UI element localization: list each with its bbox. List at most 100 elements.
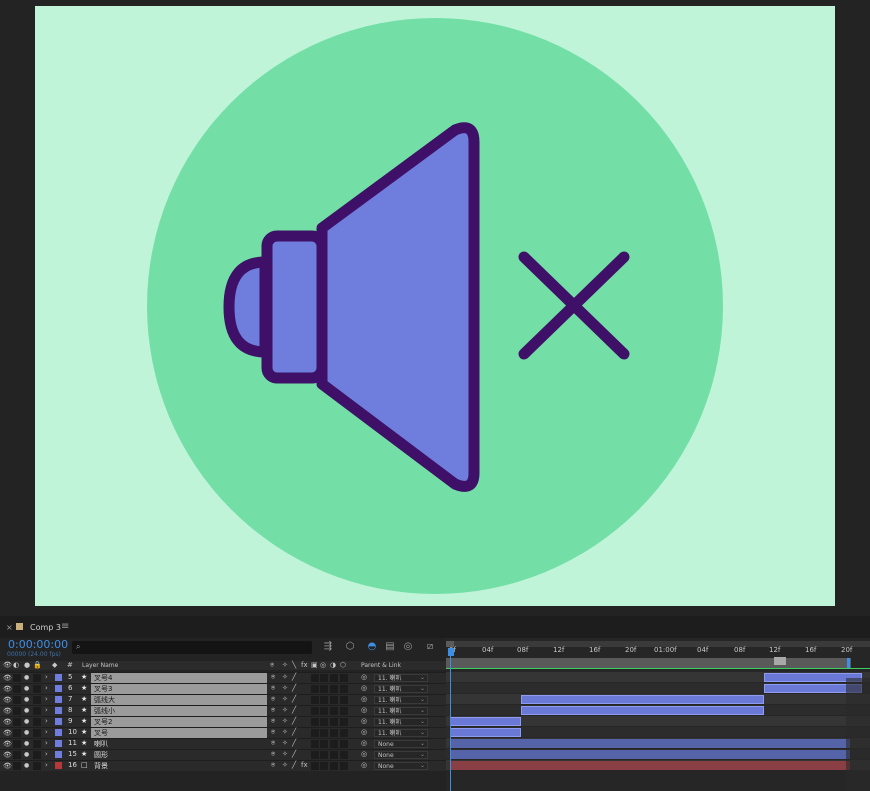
visibility-eye-icon[interactable]: 👁 — [3, 674, 12, 682]
lock-switch[interactable] — [33, 696, 41, 704]
pickwhip-icon[interactable]: ◎ — [361, 717, 367, 725]
layer-name[interactable]: 背景 — [94, 761, 108, 771]
layer-label-color[interactable] — [55, 674, 62, 681]
lock-switch[interactable] — [33, 685, 41, 693]
layer-row[interactable]: 👁 ● › 10 ★ 叉号 ⍟ ✧ ╱ ◎ 11. 喇叭 ⌄ — [0, 727, 446, 738]
quality-switch-icon[interactable]: ╱ — [292, 728, 296, 736]
quality-switch-icon[interactable]: ╱ — [292, 673, 296, 681]
shy-switch-icon[interactable]: ⍟ — [271, 706, 275, 715]
lock-switch[interactable] — [33, 762, 41, 770]
layer-duration-bar[interactable] — [521, 706, 764, 715]
adjustment-switch[interactable] — [330, 674, 338, 682]
solo-dot-icon[interactable]: ● — [24, 718, 29, 725]
layer-duration-bar[interactable] — [450, 761, 850, 770]
solo-dot-icon[interactable]: ● — [24, 685, 29, 692]
tab-close-icon[interactable]: × — [6, 623, 13, 632]
quality-switch-icon[interactable]: ╱ — [292, 739, 296, 747]
expand-chevron-icon[interactable]: › — [45, 673, 48, 681]
motion-blur-switch[interactable] — [320, 740, 328, 748]
layer-duration-bar[interactable] — [450, 739, 850, 748]
solo-dot-icon[interactable]: ● — [24, 674, 29, 681]
layer-duration-bar[interactable] — [450, 728, 521, 737]
layer-row[interactable]: 👁 ● › 6 ★ 叉号3 ⍟ ✧ ╱ ◎ 11. 喇叭 ⌄ — [0, 683, 446, 694]
3d-switch[interactable] — [340, 751, 348, 759]
collapse-switch-icon[interactable]: ✧ — [282, 761, 288, 769]
current-time[interactable]: 0:00:00:00 — [8, 638, 68, 651]
layer-row[interactable]: 👁 ● › 5 ★ 叉号4 ⍟ ✧ ╱ ◎ 11. 喇叭 ⌄ — [0, 672, 446, 683]
pickwhip-icon[interactable]: ◎ — [361, 673, 367, 681]
solo-dot-icon[interactable]: ● — [24, 707, 29, 714]
visibility-eye-icon[interactable]: 👁 — [3, 718, 12, 726]
solo-dot-icon[interactable]: ● — [24, 740, 29, 747]
layer-name[interactable]: 弧线大 — [94, 695, 115, 705]
collapse-switch-icon[interactable]: ✧ — [282, 706, 288, 714]
motion-blur-switch[interactable] — [320, 674, 328, 682]
motion-blur-switch[interactable] — [320, 762, 328, 770]
parent-dropdown[interactable]: None ⌄ — [374, 751, 428, 759]
frame-blend-switch[interactable] — [311, 740, 319, 748]
audio-switch[interactable] — [13, 718, 21, 726]
expand-chevron-icon[interactable]: › — [45, 728, 48, 736]
collapse-switch-icon[interactable]: ✧ — [282, 695, 288, 703]
lock-switch[interactable] — [33, 674, 41, 682]
frame-blend-switch[interactable] — [311, 762, 319, 770]
layer-name[interactable]: 弧线小 — [94, 706, 115, 716]
pickwhip-icon[interactable]: ◎ — [361, 761, 367, 769]
quality-switch-icon[interactable]: ╱ — [292, 717, 296, 725]
draft-3d-icon[interactable]: ⬡ — [344, 641, 356, 653]
motion-blur-switch[interactable] — [320, 718, 328, 726]
lock-switch[interactable] — [33, 707, 41, 715]
layer-name[interactable]: 叉号2 — [94, 717, 112, 727]
work-area-end-handle[interactable] — [847, 658, 850, 668]
layer-name[interactable]: 喇叭 — [94, 739, 108, 749]
audio-switch[interactable] — [13, 740, 21, 748]
layer-name[interactable]: 圆形 — [94, 750, 108, 760]
expand-chevron-icon[interactable]: › — [45, 684, 48, 692]
motion-blur-switch[interactable] — [320, 696, 328, 704]
3d-switch[interactable] — [340, 740, 348, 748]
parent-dropdown[interactable]: 11. 喇叭 ⌄ — [374, 707, 428, 715]
parent-dropdown[interactable]: None ⌄ — [374, 762, 428, 770]
shy-switch-icon[interactable]: ⍟ — [271, 684, 275, 693]
layer-label-color[interactable] — [55, 751, 62, 758]
adjustment-switch[interactable] — [330, 729, 338, 737]
layer-row[interactable]: 👁 ● › 8 ★ 弧线小 ⍟ ✧ ╱ ◎ 11. 喇叭 ⌄ — [0, 705, 446, 716]
frame-blend-switch[interactable] — [311, 718, 319, 726]
parent-dropdown[interactable]: 11. 喇叭 ⌄ — [374, 674, 428, 682]
3d-switch[interactable] — [340, 729, 348, 737]
parent-dropdown[interactable]: 11. 喇叭 ⌄ — [374, 696, 428, 704]
frame-blend-switch[interactable] — [311, 685, 319, 693]
visibility-eye-icon[interactable]: 👁 — [3, 696, 12, 704]
work-area-marker[interactable] — [774, 657, 786, 665]
expand-chevron-icon[interactable]: › — [45, 706, 48, 714]
adjustment-switch[interactable] — [330, 751, 338, 759]
layer-duration-bar[interactable] — [450, 717, 521, 726]
composition-canvas[interactable] — [35, 6, 835, 606]
layer-name[interactable]: 叉号 — [94, 728, 108, 738]
solo-dot-icon[interactable]: ● — [24, 751, 29, 758]
collapse-switch-icon[interactable]: ✧ — [282, 673, 288, 681]
lock-switch-icon[interactable]: 🔒 — [33, 661, 42, 669]
audio-switch[interactable] — [13, 707, 21, 715]
frame-blend-switch[interactable] — [311, 729, 319, 737]
column-parent-link[interactable]: Parent & Link — [361, 662, 401, 669]
quality-switch-icon[interactable]: ╱ — [292, 750, 296, 758]
shy-switch-icon[interactable]: ⍟ — [271, 695, 275, 704]
label-tag-icon[interactable]: ◆ — [52, 661, 57, 669]
pickwhip-icon[interactable]: ◎ — [361, 728, 367, 736]
layer-name[interactable]: 叉号3 — [94, 684, 112, 694]
parent-dropdown[interactable]: 11. 喇叭 ⌄ — [374, 729, 428, 737]
3d-switch[interactable] — [340, 674, 348, 682]
expand-chevron-icon[interactable]: › — [45, 761, 48, 769]
visibility-eye-icon[interactable]: 👁 — [3, 685, 12, 693]
audio-switch[interactable] — [13, 729, 21, 737]
collapse-switch-icon[interactable]: ✧ — [282, 684, 288, 692]
pickwhip-icon[interactable]: ◎ — [361, 695, 367, 703]
3d-switch[interactable] — [340, 707, 348, 715]
pickwhip-icon[interactable]: ◎ — [361, 706, 367, 714]
work-area-bar[interactable] — [446, 658, 851, 668]
parent-dropdown[interactable]: 11. 喇叭 ⌄ — [374, 685, 428, 693]
shy-switch-icon[interactable]: ⍟ — [271, 761, 275, 770]
adjustment-switch[interactable] — [330, 740, 338, 748]
layer-search-field[interactable]: ⌕ — [72, 641, 312, 654]
